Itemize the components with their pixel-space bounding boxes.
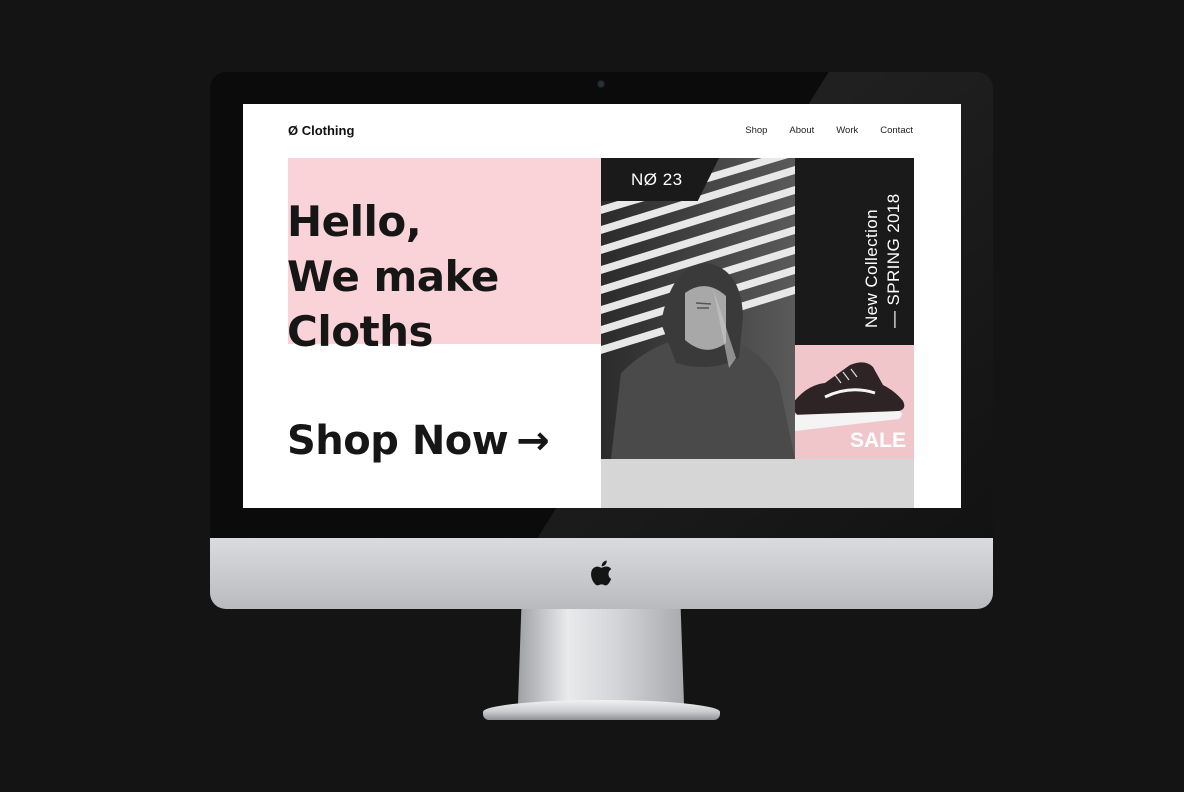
- hero-photo: [601, 158, 795, 459]
- shop-now-label: Shop Now: [287, 418, 509, 464]
- headline-line-3: Cloths: [287, 307, 434, 356]
- monitor-stand-base: [483, 700, 720, 720]
- collection-line-2: — SPRING 2018: [884, 193, 903, 328]
- website-screen: Ø Clothing Shop About Work Contact Hello…: [243, 104, 961, 508]
- apple-logo-icon: [591, 560, 612, 586]
- new-collection-panel[interactable]: New Collection — SPRING 2018: [795, 158, 914, 345]
- nav-contact[interactable]: Contact: [880, 125, 913, 136]
- main-nav: Shop About Work Contact: [745, 125, 913, 136]
- hero-headline: Hello, We make Cloths: [287, 194, 499, 359]
- grey-footer-strip: [601, 459, 914, 508]
- headline-line-1: Hello,: [287, 197, 422, 246]
- nav-work[interactable]: Work: [836, 125, 858, 136]
- arrow-right-icon: →: [516, 418, 550, 464]
- brand-logo[interactable]: Ø Clothing: [288, 123, 354, 138]
- collection-line-1: New Collection: [862, 209, 881, 328]
- headline-line-2: We make: [287, 252, 499, 301]
- nav-shop[interactable]: Shop: [745, 125, 767, 136]
- sale-panel[interactable]: SALE: [795, 345, 914, 459]
- issue-tag-label: NØ 23: [631, 170, 683, 189]
- shop-now-button[interactable]: Shop Now →: [287, 418, 550, 464]
- sale-label: SALE: [849, 429, 906, 452]
- monitor-stand-neck: [518, 609, 684, 704]
- collection-text: New Collection — SPRING 2018: [861, 193, 905, 328]
- nav-about[interactable]: About: [789, 125, 814, 136]
- camera-icon: [598, 81, 604, 87]
